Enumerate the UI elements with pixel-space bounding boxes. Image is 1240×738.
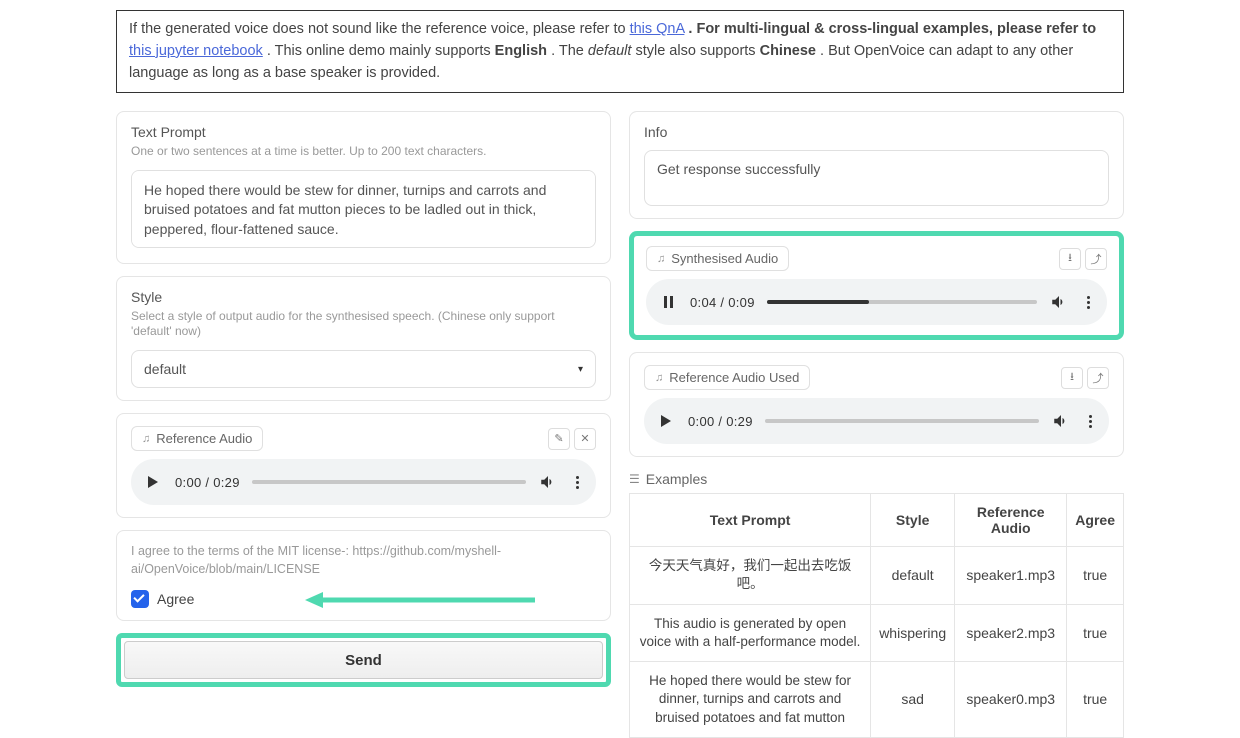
edit-button[interactable]: ✎ — [548, 428, 570, 450]
text-prompt-input[interactable] — [131, 170, 596, 248]
col-style: Style — [871, 494, 955, 547]
table-row[interactable]: This audio is generated by open voice wi… — [630, 604, 1124, 661]
table-row[interactable]: He hoped there would be stew for dinner,… — [630, 662, 1124, 738]
notice-banner: If the generated voice does not sound li… — [116, 10, 1124, 93]
chevron-down-icon: ▾ — [578, 364, 583, 375]
text-prompt-card: Text Prompt One or two sentences at a ti… — [116, 111, 611, 264]
example-agree: true — [1067, 604, 1124, 661]
col-agree: Agree — [1067, 494, 1124, 547]
banner-text-5: style also supports — [635, 43, 759, 59]
text-prompt-sub: One or two sentences at a time is better… — [131, 144, 596, 160]
banner-bold-english: English — [495, 43, 547, 59]
example-prompt: 今天天气真好，我们一起出去吃饭吧。 — [630, 547, 871, 604]
reference-audio-used-label: ♫ Reference Audio Used — [644, 365, 810, 390]
annotation-arrow-icon — [305, 590, 535, 610]
license-text: I agree to the terms of the MIT license-… — [131, 543, 596, 578]
agree-checkbox[interactable] — [131, 590, 149, 608]
col-reference-audio: Reference Audio — [955, 494, 1067, 547]
info-card: Info Get response successfully — [629, 111, 1124, 219]
reference-audio-label: ♫ Reference Audio — [131, 426, 263, 451]
volume-icon[interactable] — [1051, 411, 1071, 431]
banner-text-4: . The — [551, 43, 588, 59]
reference-used-audio-player: 0:00 / 0:29 — [644, 398, 1109, 444]
synthesised-audio-highlight: ♫ Synthesised Audio ⭳ ⤴ 0:04 / 0:09 — [629, 231, 1124, 340]
play-icon — [148, 476, 158, 488]
kebab-menu-icon[interactable] — [1081, 292, 1095, 312]
text-prompt-title: Text Prompt — [131, 124, 596, 140]
banner-italic-default: default — [588, 43, 632, 59]
example-ref: speaker1.mp3 — [955, 547, 1067, 604]
examples-section: ☰ Examples Text Prompt Style Reference A… — [629, 469, 1124, 738]
audio-seek-slider[interactable] — [252, 480, 526, 484]
example-style: whispering — [871, 604, 955, 661]
example-prompt: He hoped there would be stew for dinner,… — [630, 662, 871, 738]
play-button[interactable] — [143, 472, 163, 492]
banner-bold-chinese: Chinese — [760, 43, 816, 59]
style-title: Style — [131, 289, 596, 305]
banner-text-1: If the generated voice does not sound li… — [129, 21, 630, 37]
clear-button[interactable]: ✕ — [574, 428, 596, 450]
music-note-icon: ♫ — [657, 253, 665, 265]
reference-audio-used-card: ♫ Reference Audio Used ⭳ ⤴ 0:00 / 0:29 — [629, 352, 1124, 457]
example-ref: speaker0.mp3 — [955, 662, 1067, 738]
agree-label: Agree — [157, 591, 194, 607]
examples-table: Text Prompt Style Reference Audio Agree … — [629, 493, 1124, 738]
volume-icon[interactable] — [538, 472, 558, 492]
left-column: Text Prompt One or two sentences at a ti… — [116, 111, 611, 738]
reference-audio-player: 0:00 / 0:29 — [131, 459, 596, 505]
license-card: I agree to the terms of the MIT license-… — [116, 530, 611, 621]
example-style: sad — [871, 662, 955, 738]
kebab-menu-icon[interactable] — [570, 472, 584, 492]
right-column: Info Get response successfully ♫ Synthes… — [629, 111, 1124, 738]
play-icon — [661, 415, 671, 427]
notebook-link[interactable]: this jupyter notebook — [129, 43, 263, 59]
download-button[interactable]: ⭳ — [1059, 248, 1081, 270]
info-output: Get response successfully — [644, 150, 1109, 206]
example-agree: true — [1067, 547, 1124, 604]
pause-icon — [664, 296, 673, 308]
example-style: default — [871, 547, 955, 604]
kebab-menu-icon[interactable] — [1083, 411, 1097, 431]
style-card: Style Select a style of output audio for… — [116, 276, 611, 401]
info-title: Info — [644, 124, 1109, 140]
audio-time: 0:04 / 0:09 — [690, 295, 755, 310]
example-ref: speaker2.mp3 — [955, 604, 1067, 661]
audio-seek-slider[interactable] — [767, 300, 1037, 304]
style-sub: Select a style of output audio for the s… — [131, 309, 596, 340]
send-button[interactable]: Send — [124, 641, 603, 679]
example-prompt: This audio is generated by open voice wi… — [630, 604, 871, 661]
banner-text-2: . For multi-lingual & cross-lingual exam… — [688, 21, 1096, 37]
volume-icon[interactable] — [1049, 292, 1069, 312]
audio-progress — [767, 300, 870, 304]
send-button-highlight: Send — [116, 633, 611, 687]
download-button[interactable]: ⭳ — [1061, 367, 1083, 389]
play-button[interactable] — [656, 411, 676, 431]
banner-text-3: . This online demo mainly supports — [267, 43, 495, 59]
table-row[interactable]: 今天天气真好，我们一起出去吃饭吧。defaultspeaker1.mp3true — [630, 547, 1124, 604]
synthesised-audio-player: 0:04 / 0:09 — [646, 279, 1107, 325]
col-text-prompt: Text Prompt — [630, 494, 871, 547]
audio-time: 0:00 / 0:29 — [688, 414, 753, 429]
share-button[interactable]: ⤴ — [1087, 367, 1109, 389]
audio-seek-slider[interactable] — [765, 419, 1039, 423]
qna-link[interactable]: this QnA — [630, 21, 685, 37]
style-select[interactable]: default ▾ — [131, 350, 596, 388]
examples-title: Examples — [646, 471, 707, 487]
share-button[interactable]: ⤴ — [1085, 248, 1107, 270]
pause-button[interactable] — [658, 292, 678, 312]
list-icon: ☰ — [629, 472, 640, 486]
example-agree: true — [1067, 662, 1124, 738]
music-note-icon: ♫ — [142, 433, 150, 445]
style-value: default — [144, 361, 186, 377]
reference-audio-card: ♫ Reference Audio ✎ ✕ 0:00 / 0:29 — [116, 413, 611, 518]
table-header-row: Text Prompt Style Reference Audio Agree — [630, 494, 1124, 547]
audio-time: 0:00 / 0:29 — [175, 475, 240, 490]
music-note-icon: ♫ — [655, 372, 663, 384]
synthesised-audio-label: ♫ Synthesised Audio — [646, 246, 789, 271]
